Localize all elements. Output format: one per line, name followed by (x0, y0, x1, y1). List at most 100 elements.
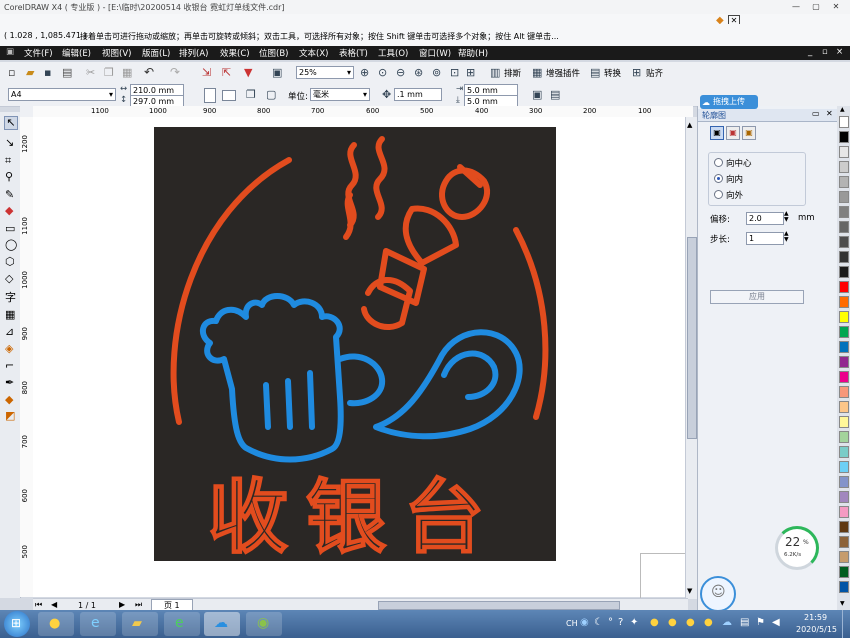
save-icon[interactable]: ▪ (44, 66, 58, 80)
maximize-button[interactable]: ▢ (810, 2, 822, 12)
zoom-height-icon[interactable]: ⊞ (466, 66, 480, 80)
app-menu-icon[interactable]: ▣ (6, 47, 14, 57)
palette-swatch[interactable] (839, 431, 849, 443)
nudge-distance-input[interactable]: .1 mm (394, 88, 442, 101)
palette-swatch[interactable] (839, 521, 849, 533)
palette-swatch[interactable] (839, 566, 849, 578)
palette-swatch[interactable] (839, 446, 849, 458)
clock-time[interactable]: 21:59 (804, 613, 827, 622)
palette-swatch[interactable] (839, 326, 849, 338)
draw-mode-icon[interactable]: ▤ (550, 88, 564, 102)
text-tool-icon[interactable]: 字 (5, 289, 16, 305)
doc-minimize-button[interactable]: _ (808, 47, 812, 57)
convert-icon[interactable]: ▤ (590, 66, 604, 80)
zoom-in-icon[interactable]: ⊕ (360, 66, 374, 80)
radio-outside[interactable] (714, 190, 723, 199)
palette-swatch[interactable] (839, 461, 849, 473)
tray-qq-icon-3[interactable]: ● (686, 617, 695, 628)
layout-icon[interactable]: ▥ (490, 66, 504, 80)
units-select[interactable]: 毫米 ▾ (310, 88, 370, 101)
prev-page-icon[interactable]: ◀ (51, 600, 57, 609)
close-button[interactable]: ✕ (830, 2, 842, 12)
contour-steps-icon[interactable]: ▣ (710, 126, 724, 140)
tray-qq-icon-2[interactable]: ● (668, 617, 677, 628)
palette-swatch[interactable] (839, 341, 849, 353)
scroll-up-icon[interactable]: ▲ (687, 121, 692, 129)
zoom-all-icon[interactable]: ⊛ (414, 66, 428, 80)
snap-icon[interactable]: ⊞ (632, 66, 646, 80)
taskbar-app-explorer[interactable]: ▰ (122, 612, 158, 636)
vertical-scrollbar[interactable]: ▲ ▼ (685, 117, 697, 599)
interactive-fill-icon[interactable]: ◩ (5, 409, 15, 422)
treat-as-filled-icon[interactable]: ▣ (532, 88, 546, 102)
palette-swatch[interactable] (839, 371, 849, 383)
taskbar-app-qq[interactable]: ● (38, 612, 74, 636)
convert-button[interactable]: 转换 (604, 67, 621, 79)
plugin-icon[interactable]: ▦ (532, 66, 546, 80)
interactive-blend-icon[interactable]: ◈ (5, 342, 13, 355)
palette-swatch[interactable] (839, 311, 849, 323)
menu-text[interactable]: 文本(X) (299, 47, 328, 59)
layout-button[interactable]: 排斯 (504, 67, 521, 79)
new-file-icon[interactable]: ▫ (8, 66, 22, 80)
menu-window[interactable]: 窗口(W) (419, 47, 451, 59)
add-page-icon[interactable]: ⏭ (135, 600, 142, 610)
table-tool-icon[interactable]: ▦ (5, 308, 15, 321)
palette-swatch[interactable] (839, 176, 849, 188)
palette-swatch[interactable] (839, 281, 849, 293)
tray-qq-icon[interactable]: ● (650, 617, 659, 628)
radio-to-center[interactable] (714, 158, 723, 167)
taskbar-app-coreldraw[interactable]: ◉ (246, 612, 282, 636)
palette-swatch[interactable] (839, 536, 849, 548)
basic-shapes-icon[interactable]: ◇ (5, 272, 13, 285)
contour-color-icon[interactable]: ▣ (726, 126, 740, 140)
palette-swatch[interactable] (839, 296, 849, 308)
menu-effects[interactable]: 效果(C) (220, 47, 250, 59)
rectangle-tool-icon[interactable]: ▭ (5, 222, 15, 235)
zoom-selected-icon[interactable]: ⊙ (378, 66, 392, 80)
current-page-icon[interactable]: ▢ (266, 88, 280, 102)
palette-swatch[interactable] (839, 146, 849, 158)
floating-assistant-icon[interactable]: ☺ (700, 576, 736, 612)
zoom-out-icon[interactable]: ⊖ (396, 66, 410, 80)
menu-bitmaps[interactable]: 位图(B) (259, 47, 288, 59)
menu-edit[interactable]: 编辑(E) (62, 47, 91, 59)
eyedropper-tool-icon[interactable]: ⌐ (5, 359, 14, 372)
palette-swatch[interactable] (839, 581, 849, 593)
apply-button[interactable]: 应用 (710, 290, 804, 304)
tray-cloud-icon[interactable]: ☁ (722, 617, 732, 628)
dimension-tool-icon[interactable]: ⊿ (5, 325, 14, 338)
redo-icon[interactable]: ↷ (170, 65, 184, 79)
neon-sign-artwork[interactable]: 收银台 (154, 127, 556, 561)
vertical-scroll-thumb[interactable] (687, 237, 697, 439)
minimize-button[interactable]: — (790, 2, 802, 12)
show-desktop-button[interactable] (842, 610, 850, 638)
tray-punct-icon[interactable]: ° (608, 617, 613, 628)
palette-swatch[interactable] (839, 506, 849, 518)
palette-swatch[interactable] (839, 491, 849, 503)
ellipse-tool-icon[interactable]: ◯ (5, 238, 17, 251)
fill-tool-icon[interactable]: ◆ (5, 393, 13, 406)
palette-scroll-down-icon[interactable]: ▼ (840, 600, 845, 607)
doc-close-button[interactable]: × (836, 47, 843, 57)
doc-restore-button[interactable]: ▫ (822, 47, 828, 57)
clock-date[interactable]: 2020/5/15 (796, 625, 837, 634)
undo-icon[interactable]: ↶ (144, 65, 158, 79)
menu-view[interactable]: 视图(V) (102, 47, 131, 59)
palette-swatch[interactable] (839, 416, 849, 428)
drawing-canvas[interactable]: 收银台 (33, 117, 685, 598)
print-icon[interactable]: ▤ (62, 66, 76, 80)
portrait-icon[interactable] (204, 88, 216, 103)
docker-close-icon[interactable]: ✕ (826, 109, 833, 118)
polygon-tool-icon[interactable]: ⬡ (5, 255, 15, 268)
app-launcher-icon[interactable]: ▼ (244, 66, 258, 80)
landscape-icon[interactable] (222, 90, 236, 101)
palette-swatch[interactable] (839, 131, 849, 143)
vertical-ruler[interactable]: 1200 1100 1000 900 800 700 600 500 (20, 117, 34, 597)
menu-file[interactable]: 文件(F) (24, 47, 53, 59)
palette-swatch[interactable] (839, 161, 849, 173)
tray-network-icon[interactable]: ▤ (740, 617, 749, 628)
palette-swatch[interactable] (839, 116, 849, 128)
open-file-icon[interactable]: ▰ (26, 66, 40, 80)
tray-settings-icon[interactable]: ✦ (630, 617, 638, 628)
